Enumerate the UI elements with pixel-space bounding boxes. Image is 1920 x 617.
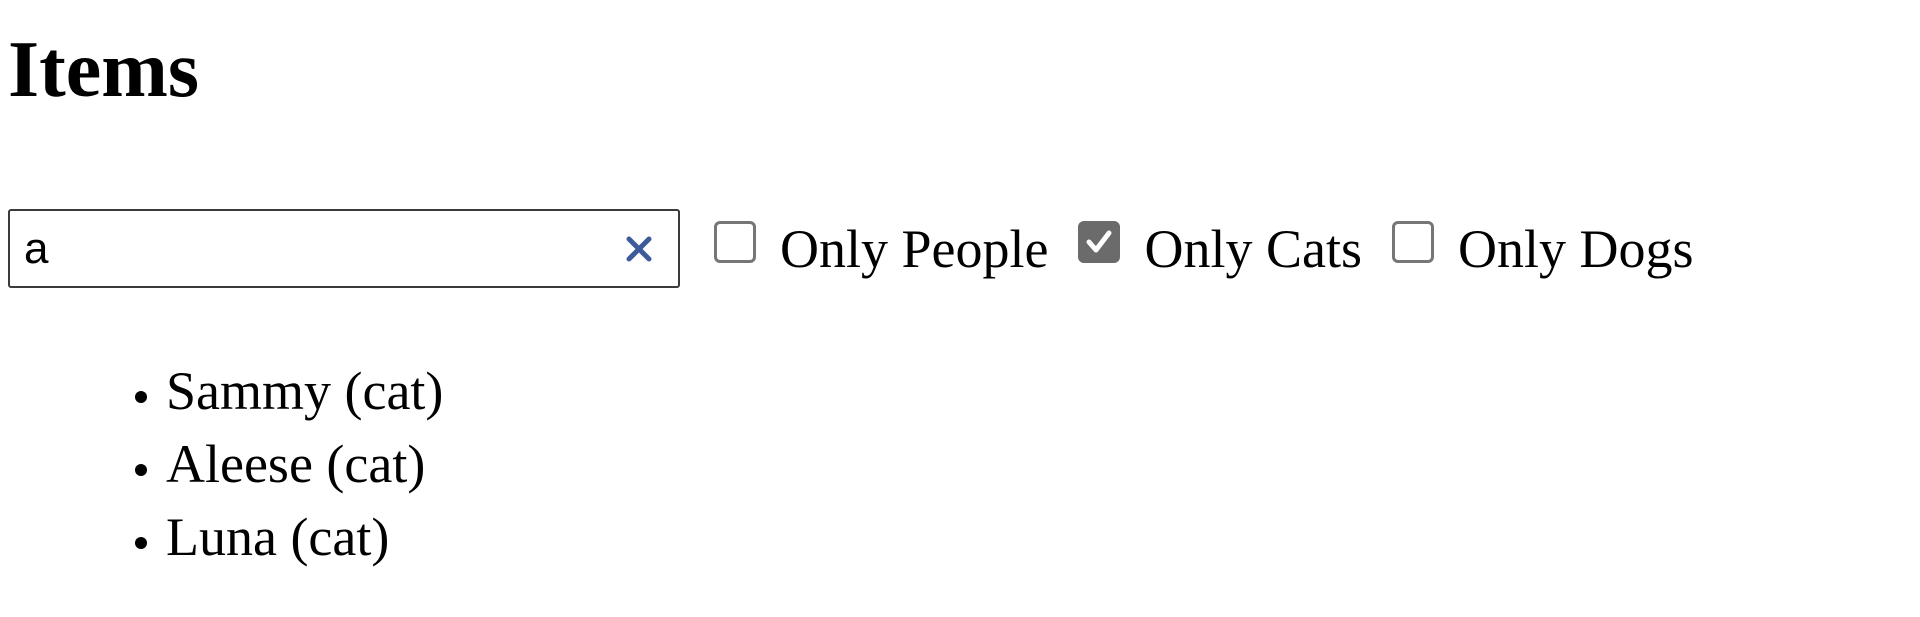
list-item: Aleese (cat): [166, 428, 443, 501]
close-icon: [626, 236, 652, 261]
filter-only-cats[interactable]: Only Cats: [1078, 219, 1362, 279]
only-dogs-label[interactable]: Only Dogs: [1458, 219, 1694, 279]
only-cats-label[interactable]: Only Cats: [1144, 219, 1362, 279]
only-people-checkbox[interactable]: [714, 220, 756, 263]
only-cats-checkbox[interactable]: [1078, 220, 1121, 263]
page-title: Items: [8, 26, 200, 114]
search-box: [8, 209, 680, 288]
results-list: Sammy (cat) Aleese (cat) Luna (cat): [0, 355, 443, 574]
filter-only-people[interactable]: Only People: [714, 219, 1048, 279]
filter-toolbar: Only People Only Cats Only Dogs: [8, 207, 1694, 290]
checkmark-icon: [1086, 230, 1112, 252]
search-input[interactable]: [10, 213, 604, 284]
only-dogs-checkbox[interactable]: [1392, 220, 1434, 263]
clear-search-button[interactable]: [622, 232, 656, 266]
list-item: Luna (cat): [166, 501, 443, 574]
list-item: Sammy (cat): [166, 355, 443, 428]
filter-only-dogs[interactable]: Only Dogs: [1392, 219, 1694, 279]
only-people-label[interactable]: Only People: [780, 219, 1048, 279]
